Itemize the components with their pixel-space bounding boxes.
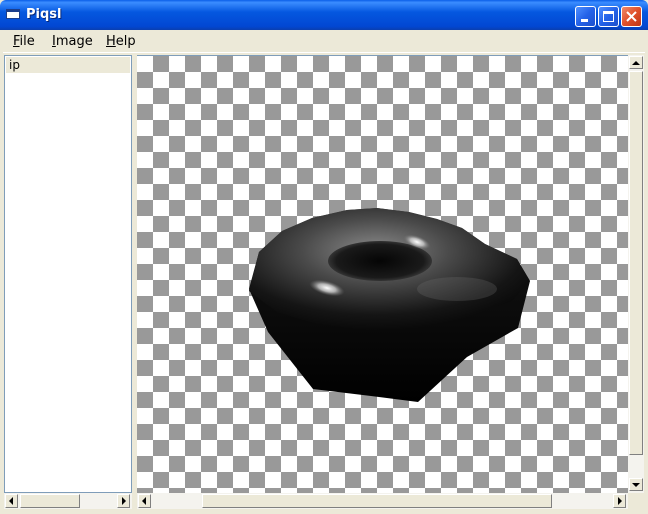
minimize-icon <box>581 19 588 22</box>
menu-help-label: elp <box>115 34 136 49</box>
scroll-right-arrow-icon <box>122 497 126 505</box>
viewport-horizontal-scrollbar[interactable] <box>137 493 628 509</box>
horizontal-scrollbar-thumb[interactable] <box>202 494 552 508</box>
menu-help-accel: H <box>106 34 116 49</box>
scroll-down-arrow-icon <box>632 483 640 487</box>
menu-image-label: mage <box>55 34 93 49</box>
scroll-right-button[interactable] <box>117 494 130 508</box>
menu-file-label: ile <box>19 34 35 49</box>
title-bar[interactable]: Piqsl <box>0 0 648 30</box>
app-window: Piqsl File Image Help ip <box>0 0 648 514</box>
scroll-down-button[interactable] <box>629 478 643 491</box>
close-icon <box>626 11 637 22</box>
scrollbar-thumb[interactable] <box>20 494 80 508</box>
scroll-right-arrow-icon <box>618 497 622 505</box>
image-list-horizontal-scrollbar[interactable] <box>4 493 132 509</box>
minimize-button[interactable] <box>575 6 596 27</box>
close-button[interactable] <box>621 6 642 27</box>
image-viewport[interactable] <box>137 55 628 494</box>
maximize-button[interactable] <box>598 6 619 27</box>
menu-bar: File Image Help <box>3 30 645 53</box>
scroll-left-button[interactable] <box>138 494 151 508</box>
vertical-scrollbar-thumb[interactable] <box>629 71 643 455</box>
scroll-left-arrow-icon <box>9 497 13 505</box>
scroll-left-button[interactable] <box>5 494 18 508</box>
scroll-left-arrow-icon <box>142 497 146 505</box>
menu-image[interactable]: Image <box>52 34 93 49</box>
app-icon <box>6 9 20 19</box>
image-list[interactable]: ip <box>4 55 132 493</box>
scroll-right-button[interactable] <box>613 494 626 508</box>
maximize-icon <box>603 11 614 22</box>
menu-file[interactable]: File <box>13 34 35 49</box>
menu-help[interactable]: Help <box>106 34 136 49</box>
scroll-up-arrow-icon <box>632 61 640 65</box>
list-item[interactable]: ip <box>6 57 130 73</box>
window-title: Piqsl <box>26 7 62 22</box>
torus-render <box>249 208 530 402</box>
viewport-vertical-scrollbar[interactable] <box>628 55 644 493</box>
scrollbar-corner <box>628 493 644 509</box>
scroll-up-button[interactable] <box>629 56 643 69</box>
